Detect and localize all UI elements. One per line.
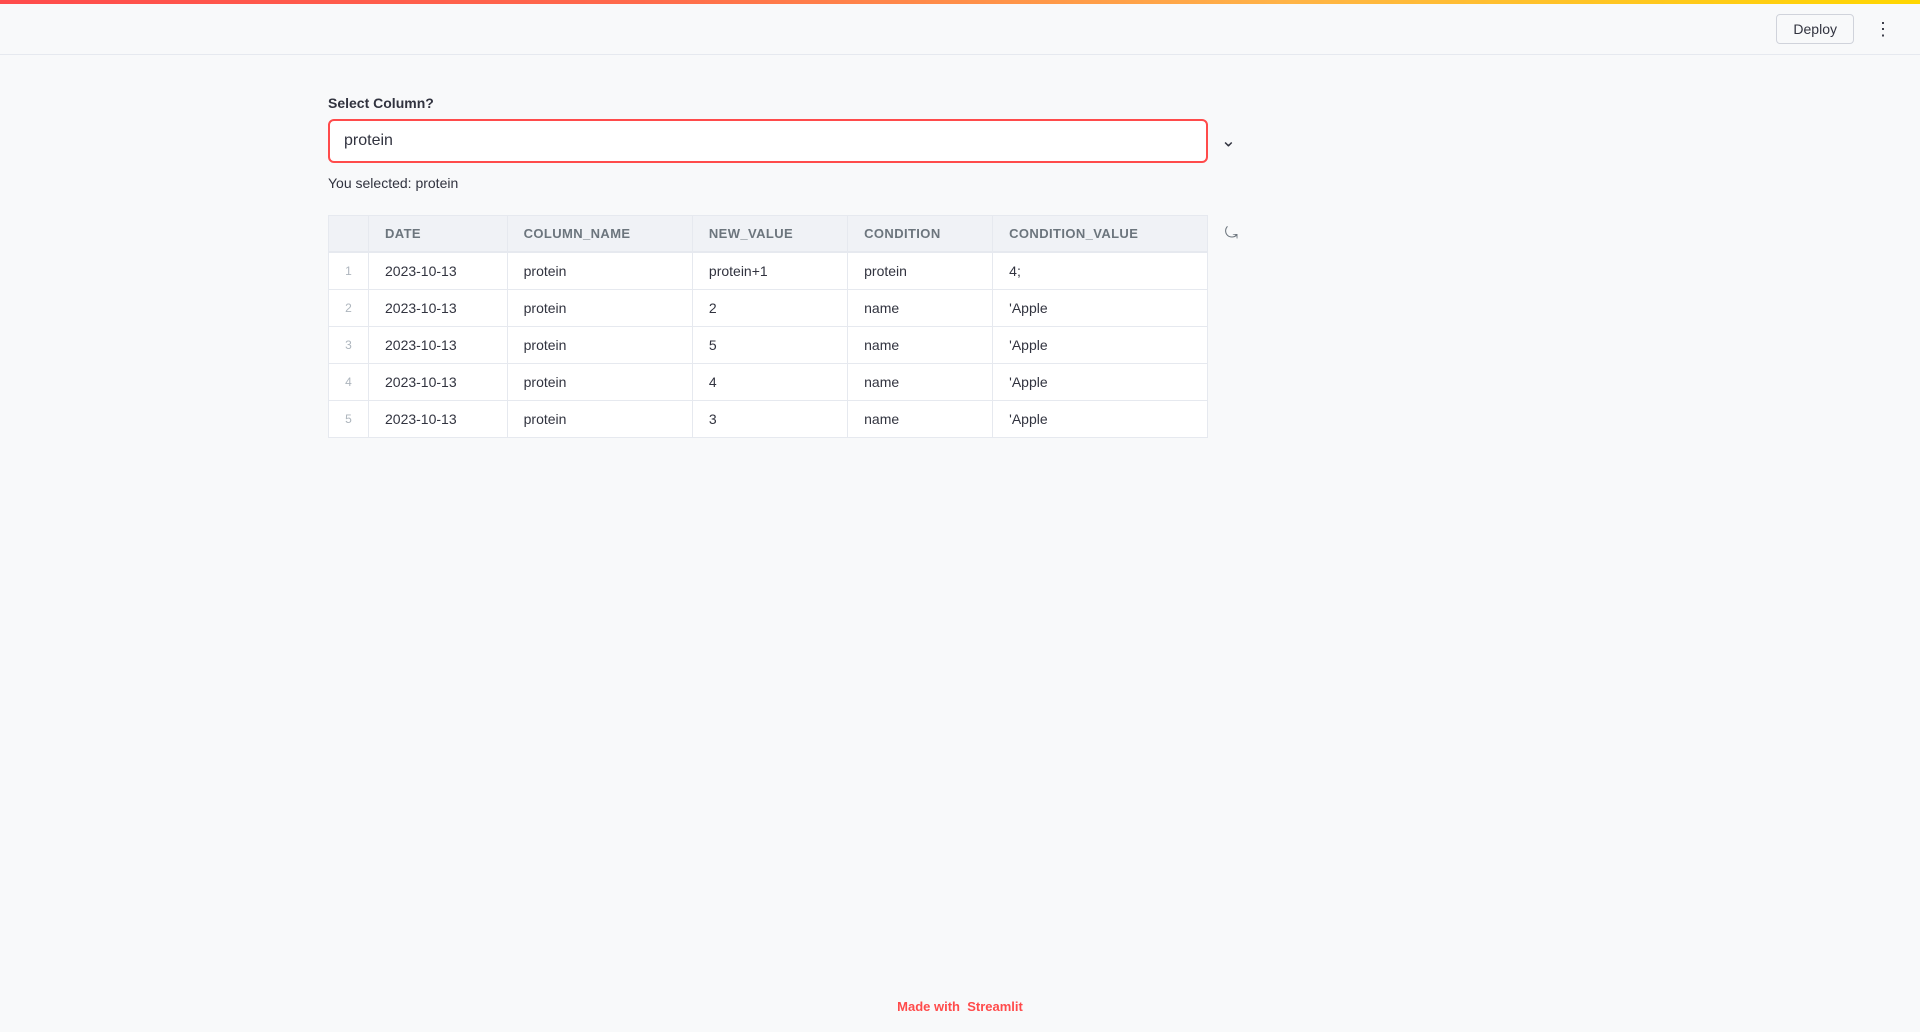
cell-index: 1 — [329, 252, 369, 290]
selected-column-text: You selected: protein — [328, 175, 1248, 191]
header-actions: Deploy ⋮ — [1776, 14, 1900, 44]
table-row: 12023-10-13proteinprotein+1protein4; — [329, 252, 1208, 290]
cell-index: 5 — [329, 401, 369, 438]
cell-column-name: protein — [507, 327, 692, 364]
col-header-column-name: COLUMN_NAME — [507, 216, 692, 253]
cell-new-value: 5 — [692, 327, 847, 364]
main-content: Select Column? ⌄ You selected: protein ⤿… — [308, 55, 1268, 498]
table-row: 52023-10-13protein3name'Apple — [329, 401, 1208, 438]
cell-new-value: 3 — [692, 401, 847, 438]
cell-condition: name — [848, 364, 993, 401]
cell-condition-value: 4; — [993, 252, 1208, 290]
cell-condition-value: 'Apple — [993, 290, 1208, 327]
col-header-index — [329, 216, 369, 253]
cell-date: 2023-10-13 — [369, 290, 508, 327]
cell-date: 2023-10-13 — [369, 401, 508, 438]
cell-column-name: protein — [507, 364, 692, 401]
cell-condition-value: 'Apple — [993, 364, 1208, 401]
footer-brand: Streamlit — [967, 999, 1023, 1014]
cell-condition: name — [848, 290, 993, 327]
select-wrapper: ⌄ — [328, 119, 1248, 163]
app-header: Deploy ⋮ — [0, 4, 1920, 55]
cell-column-name: protein — [507, 252, 692, 290]
cell-condition-value: 'Apple — [993, 401, 1208, 438]
column-select-input[interactable] — [328, 119, 1208, 163]
cell-new-value: 2 — [692, 290, 847, 327]
expand-icon[interactable]: ⤿ — [1225, 225, 1238, 243]
cell-date: 2023-10-13 — [369, 327, 508, 364]
select-column-label: Select Column? — [328, 95, 1248, 111]
cell-new-value: protein+1 — [692, 252, 847, 290]
col-header-condition: CONDITION — [848, 216, 993, 253]
menu-button[interactable]: ⋮ — [1866, 15, 1900, 44]
deploy-button[interactable]: Deploy — [1776, 14, 1854, 44]
table-row: 42023-10-13protein4name'Apple — [329, 364, 1208, 401]
data-table-container: ⤿ DATE COLUMN_NAME NEW_VALUE CONDITION C… — [328, 215, 1208, 438]
table-body: 12023-10-13proteinprotein+1protein4;2202… — [329, 252, 1208, 438]
cell-date: 2023-10-13 — [369, 252, 508, 290]
cell-column-name: protein — [507, 401, 692, 438]
cell-column-name: protein — [507, 290, 692, 327]
table-row: 22023-10-13protein2name'Apple — [329, 290, 1208, 327]
cell-condition: protein — [848, 252, 993, 290]
cell-index: 2 — [329, 290, 369, 327]
table-row: 32023-10-13protein5name'Apple — [329, 327, 1208, 364]
chevron-down-icon: ⌄ — [1221, 131, 1236, 152]
cell-condition-value: 'Apple — [993, 327, 1208, 364]
table-header: DATE COLUMN_NAME NEW_VALUE CONDITION CON… — [329, 216, 1208, 253]
cell-new-value: 4 — [692, 364, 847, 401]
cell-index: 4 — [329, 364, 369, 401]
col-header-date: DATE — [369, 216, 508, 253]
top-gradient-bar — [0, 0, 1920, 4]
col-header-new-value: NEW_VALUE — [692, 216, 847, 253]
col-header-condition-value: CONDITION_VALUE — [993, 216, 1208, 253]
table-header-row: DATE COLUMN_NAME NEW_VALUE CONDITION CON… — [329, 216, 1208, 253]
app-footer: Made with Streamlit — [0, 985, 1920, 1028]
footer-made-with: Made with — [897, 999, 960, 1014]
cell-condition: name — [848, 327, 993, 364]
cell-condition: name — [848, 401, 993, 438]
cell-date: 2023-10-13 — [369, 364, 508, 401]
cell-index: 3 — [329, 327, 369, 364]
data-table: DATE COLUMN_NAME NEW_VALUE CONDITION CON… — [328, 215, 1208, 438]
